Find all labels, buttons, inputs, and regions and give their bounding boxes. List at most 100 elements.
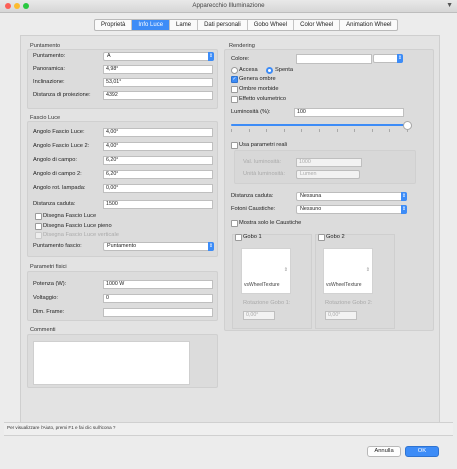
distanza-proiezione-label: Distanza di proiezione: [33,92,91,98]
commenti-textarea[interactable] [33,341,190,385]
angolo-campo-2-field[interactable]: 6,20° [103,170,213,179]
slider-tick [231,129,232,132]
gobo1-rot-field[interactable]: 0,00° [243,311,275,320]
tab-animation-wheel[interactable]: Animation Wheel [340,20,397,30]
slider-tick [283,129,285,132]
fotoni-label: Fotoni Caustiche: [231,206,276,212]
slider-tick [389,129,391,132]
luminosita-label: Luminosità (%): [231,109,271,115]
angolo-fascio-label: Angolo Fascio Luce: [33,129,85,135]
distanza-proiezione-field[interactable]: 4392 [103,91,213,100]
slider-tick [336,129,338,132]
distanza-caduta-select[interactable]: Nessuna ⇕ [296,192,407,201]
gobo2-rot-field[interactable]: 0,00° [325,311,357,320]
gobo1-rot-label: Rotazione Gobo 1: [243,300,291,306]
gobo2-rot-label: Rotazione Gobo 2: [325,300,373,306]
dim-frame-field[interactable] [103,308,213,317]
colore-label: Colore: [231,56,250,62]
help-icon[interactable]: ▼ [446,2,453,9]
gobo2-texture-image[interactable]: vsWheelTexture ⇕ [323,248,373,294]
chevron-down-icon: ⇕ [208,52,214,61]
effetto-volumetrico-label: Effetto volumetrico [239,96,286,102]
chevron-down-icon: ⇕ [208,242,214,251]
accesa-radio[interactable] [231,67,238,74]
usa-parametri-checkbox[interactable] [231,142,238,149]
puntamento-label: Puntamento: [33,53,66,59]
puntamento-fascio-value: Puntamento [107,243,137,249]
puntamento-fascio-label: Puntamento fascio: [33,243,82,249]
luminosita-slider-thumb[interactable] [403,121,412,130]
effetto-volumetrico-checkbox[interactable] [231,96,238,103]
stepper-icon: ⇕ [365,267,370,273]
unita-luminosita-label: Unità luminosità: [243,171,286,177]
puntamento-select-value: A [107,53,111,59]
status-text: Per visualizzare l'Aiuto, premi F1 e fai… [7,425,116,430]
fotoni-select[interactable]: Nessuno ⇕ [296,205,407,214]
commenti-title: Commenti [30,327,56,333]
tab-proprieta[interactable]: Proprietà [95,20,133,30]
gobo1-checkbox[interactable] [235,234,242,241]
inclinazione-field[interactable]: 53,01° [103,78,213,87]
angolo-campo-label: Angolo di campo: [33,157,77,163]
ok-button[interactable]: OK [405,446,439,457]
voltaggio-field[interactable]: 0 [103,294,213,303]
fisici-title: Parametri fisici [30,264,67,270]
dim-frame-label: Dim. Frame: [33,309,65,315]
genera-ombre-checkbox[interactable]: ✓ [231,76,238,83]
luminosita-slider-ticks [231,129,408,132]
angolo-campo-field[interactable]: 6,20° [103,156,213,165]
tab-gobo-wheel[interactable]: Gobo Wheel [248,20,295,30]
disegna-fascio-verticale-checkbox[interactable] [35,232,42,239]
panoramica-label: Panoramica: [33,66,65,72]
window-title: Apparecchio Illuminazione [192,2,265,9]
genera-ombre-label: Genera ombre [239,76,276,82]
disegna-fascio-verticale-label: Disegna Fascio Luce verticale [43,232,119,238]
colore-select[interactable]: ⇕ [373,54,403,63]
angolo-fascio-2-label: Angolo Fascio Luce 2: [33,143,90,149]
gobo1-label: Gobo 1 [243,234,262,240]
angolo-fascio-field[interactable]: 4,00° [103,128,213,137]
slider-tick [301,129,303,132]
mostra-caustiche-checkbox[interactable] [231,220,238,227]
disegna-fascio-pieno-checkbox[interactable] [35,223,42,230]
distanza-caduta-field[interactable]: 1500 [103,200,213,209]
tab-info-luce[interactable]: Info Luce [132,20,171,30]
distanza-caduta-label: Distanza caduta: [33,201,76,207]
luminosita-slider-track[interactable] [231,124,407,126]
puntamento-fascio-select[interactable]: Puntamento ⇕ [103,242,214,251]
fotoni-value: Nessuno [300,206,322,212]
unita-luminosita-value: Lumen [300,171,317,177]
tab-color-wheel[interactable]: Color Wheel [294,20,341,30]
ombre-morbide-label: Ombre morbide [239,86,279,92]
angolo-rot-lampada-field[interactable]: 0,00° [103,184,213,193]
mostra-caustiche-label: Mostra solo le Caustiche [239,220,302,226]
colore-swatch[interactable] [296,54,372,64]
distanza-caduta-r-label: Distanza caduta: [231,193,274,199]
spenta-label: Spenta [275,67,294,73]
chevron-down-icon: ⇕ [401,192,407,201]
gobo2-label: Gobo 2 [326,234,345,240]
puntamento-select[interactable]: A ⇕ [103,52,214,61]
luminosita-field[interactable]: 100 [294,108,404,117]
cancel-button[interactable]: Annulla [367,446,401,457]
tab-lame[interactable]: Lame [170,20,199,30]
inclinazione-label: Inclinazione: [33,79,65,85]
gobo1-texture-image[interactable]: vsWheelTexture ⇕ [241,248,291,294]
unita-luminosita-select[interactable]: Lumen [296,170,360,179]
angolo-campo-2-label: Angolo di campo 2: [33,171,82,177]
spenta-radio[interactable] [266,67,273,74]
gobo2-texture-name: vsWheelTexture [326,282,362,288]
tab-bar: Proprietà Info Luce Lame Dati personali … [94,19,399,31]
ombre-morbide-checkbox[interactable] [231,86,238,93]
potenza-field[interactable]: 1000 W [103,280,213,289]
angolo-fascio-2-field[interactable]: 4,00° [103,142,213,151]
gobo2-checkbox[interactable] [318,234,325,241]
distanza-caduta-value: Nessuna [300,193,322,199]
disegna-fascio-checkbox[interactable] [35,213,42,220]
chevron-down-icon: ⇕ [401,205,407,214]
panoramica-field[interactable]: 4,98° [103,65,213,74]
val-luminosita-field[interactable]: 1000 [296,158,362,167]
tab-dati-personali[interactable]: Dati personali [198,20,248,30]
disegna-fascio-pieno-label: Disegna Fascio Luce pieno [43,223,112,229]
slider-tick [319,129,320,132]
